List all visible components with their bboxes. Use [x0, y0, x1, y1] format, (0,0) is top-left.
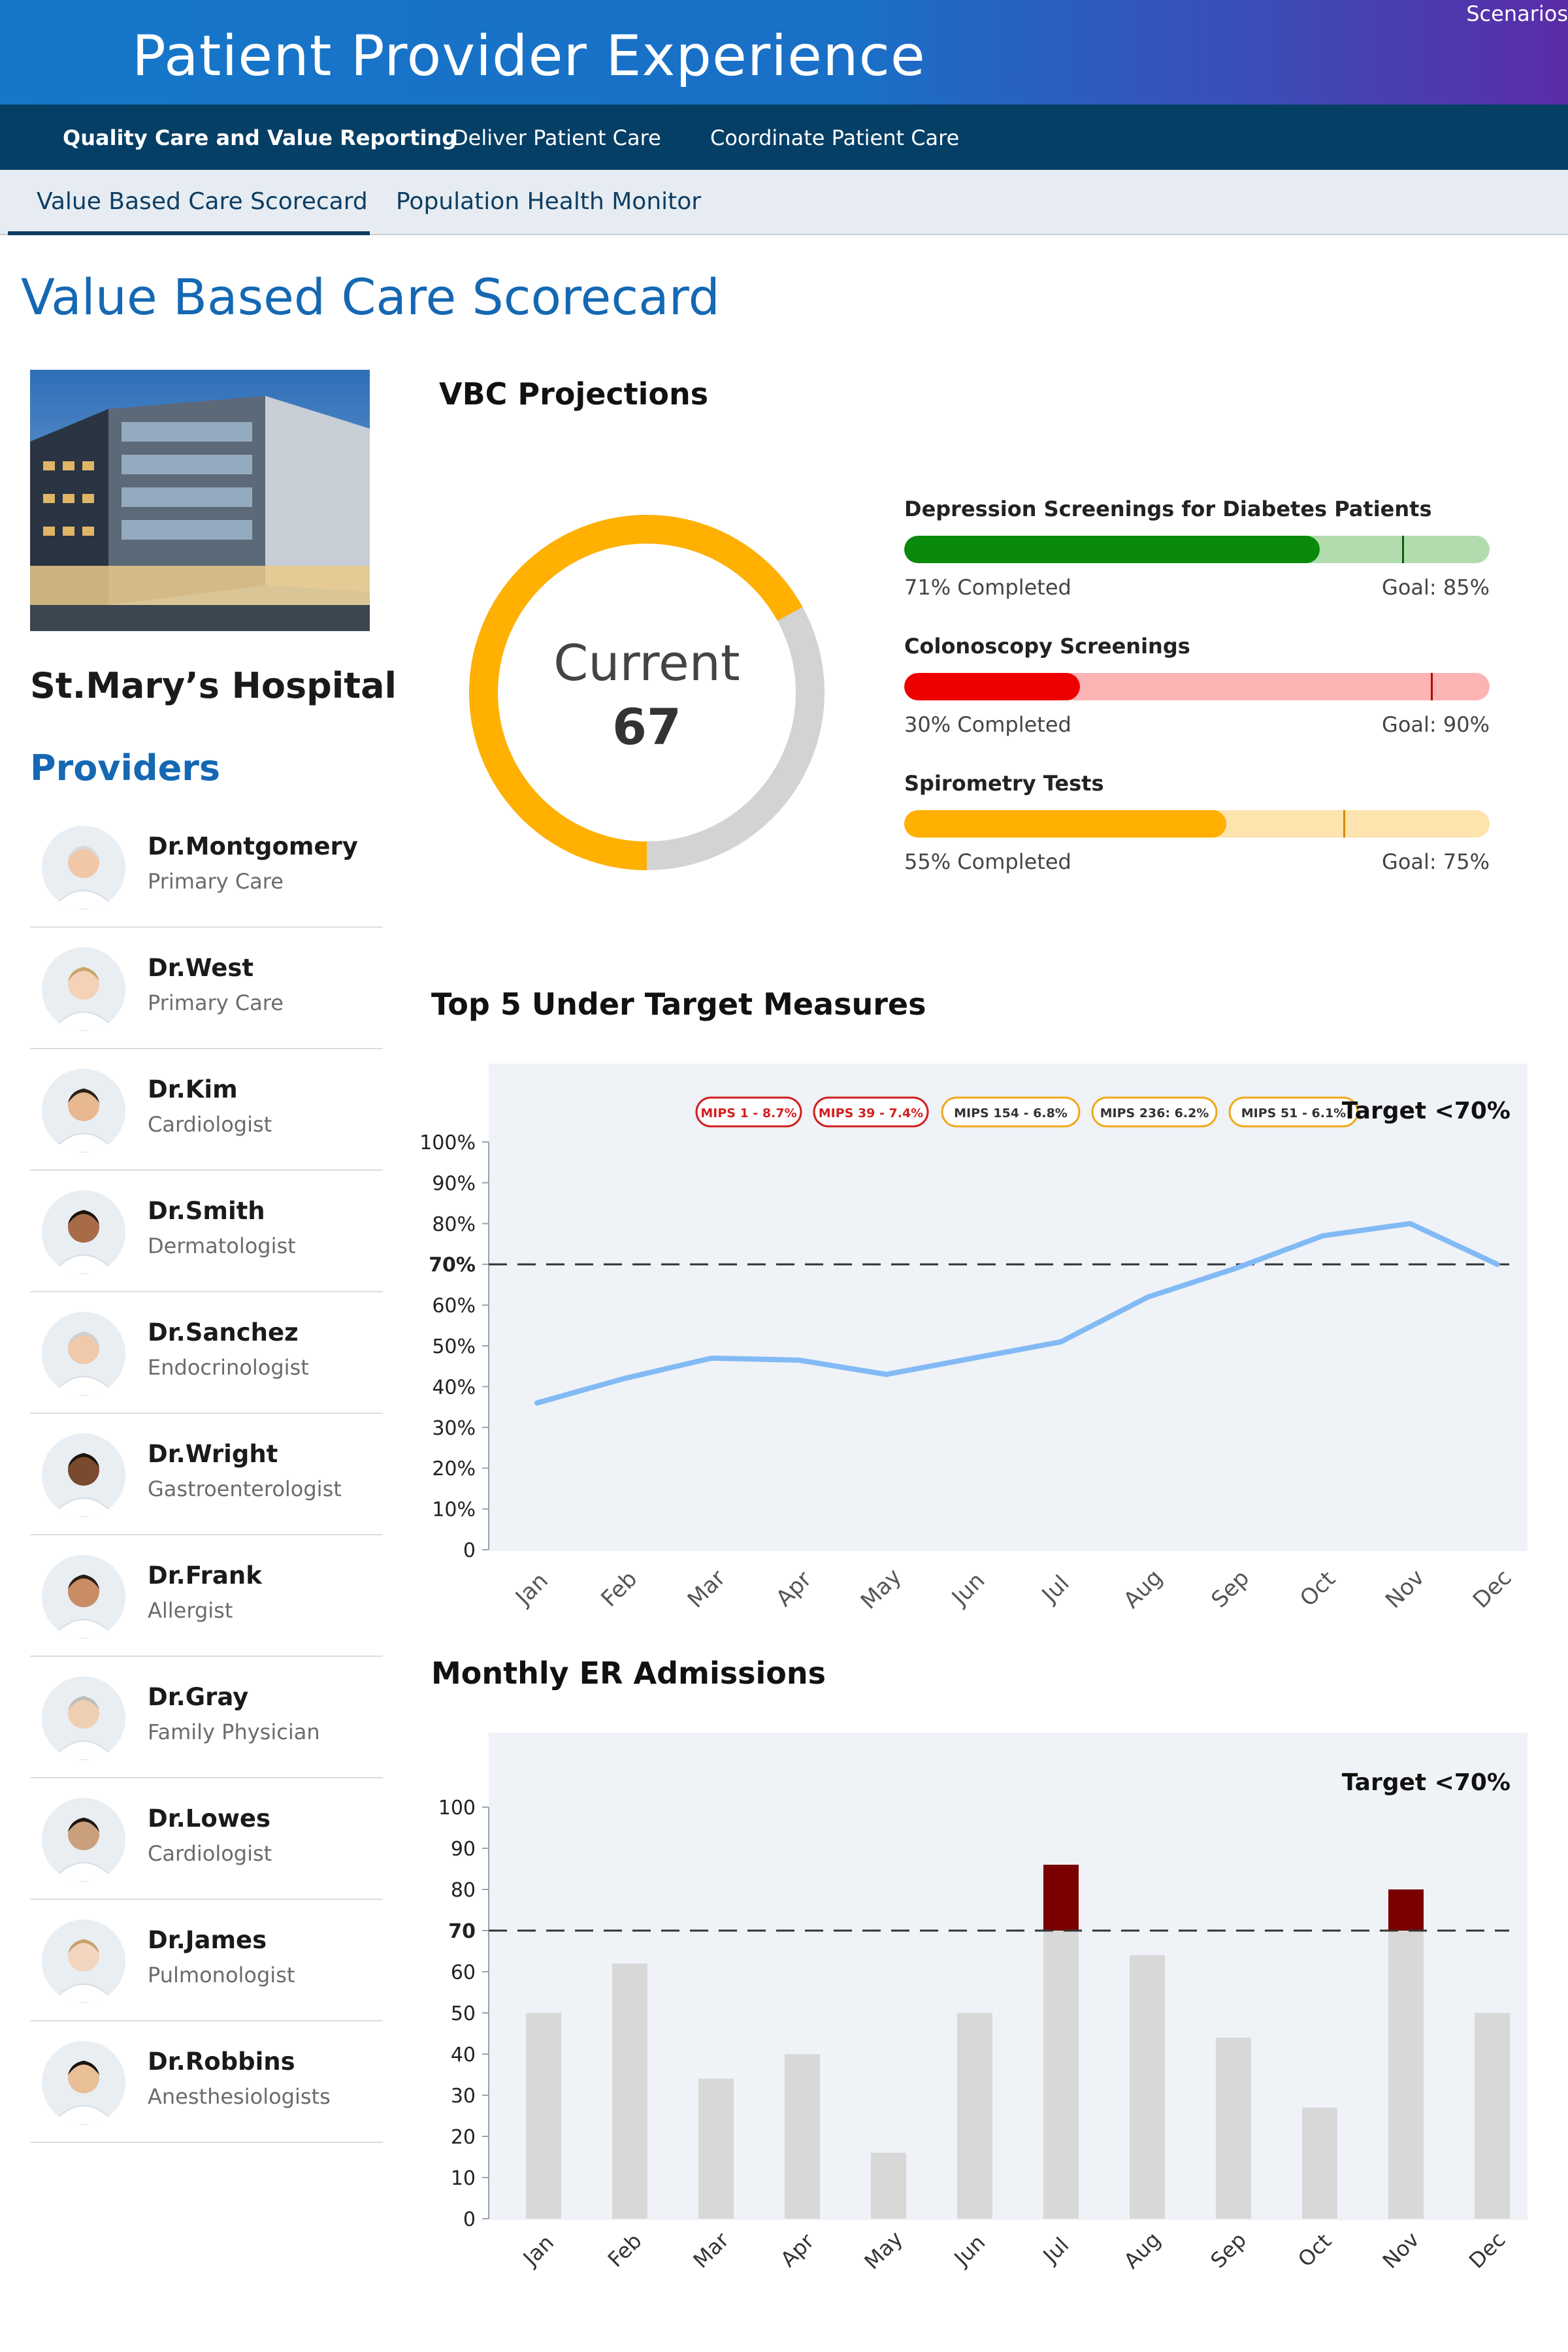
y-tick-label: 50 [451, 2002, 476, 2025]
er-target-label: Target <70% [1342, 1769, 1511, 1796]
er-bar-over-target [1388, 1889, 1424, 1931]
er-bar [526, 2013, 561, 2219]
y-tick-label: 60 [451, 1961, 476, 1984]
er-bar [1043, 1931, 1079, 2219]
y-tick-label: 80 [451, 1879, 476, 1902]
y-tick-label: 70 [448, 1920, 476, 1943]
er-bar [785, 2054, 820, 2219]
er-bar [871, 2153, 906, 2219]
x-tick-label: Sep [1205, 2227, 1251, 2273]
y-tick-label: 10 [451, 2167, 476, 2190]
y-tick-label: 100 [438, 1797, 476, 1820]
x-tick-label: Dec [1464, 2227, 1511, 2274]
er-bar-over-target [1043, 1865, 1079, 1931]
y-tick-label: 40 [451, 2044, 476, 2066]
y-tick-label: 0 [463, 2208, 476, 2231]
x-tick-label: Aug [1119, 2227, 1166, 2274]
er-bar [1302, 2107, 1337, 2219]
y-tick-label: 20 [451, 2126, 476, 2149]
x-tick-label: Jun [949, 2230, 990, 2272]
er-bar [1388, 1931, 1424, 2219]
er-bar [957, 2013, 992, 2219]
x-tick-label: Oct [1293, 2229, 1336, 2272]
x-tick-label: Jan [517, 2230, 559, 2271]
x-tick-label: Mar [688, 2227, 734, 2273]
y-tick-label: 90 [451, 1838, 476, 1861]
x-tick-label: Feb [603, 2229, 647, 2272]
er-bar [1475, 2013, 1510, 2219]
er-bar [698, 2078, 734, 2219]
er-bar [612, 1963, 647, 2219]
x-tick-label: Jul [1037, 2232, 1074, 2269]
er-bar [1130, 1955, 1165, 2219]
y-tick-label: 30 [451, 2085, 476, 2108]
x-tick-label: Apr [776, 2229, 819, 2272]
er-bar-chart: 0 10 20 30 40 50 60 70 80 90 100 Jan Feb Mar Apr May Jun… [438, 1769, 1511, 2274]
x-tick-label: May [859, 2226, 907, 2274]
x-tick-label: Nov [1378, 2227, 1424, 2274]
er-bar [1216, 2037, 1251, 2219]
